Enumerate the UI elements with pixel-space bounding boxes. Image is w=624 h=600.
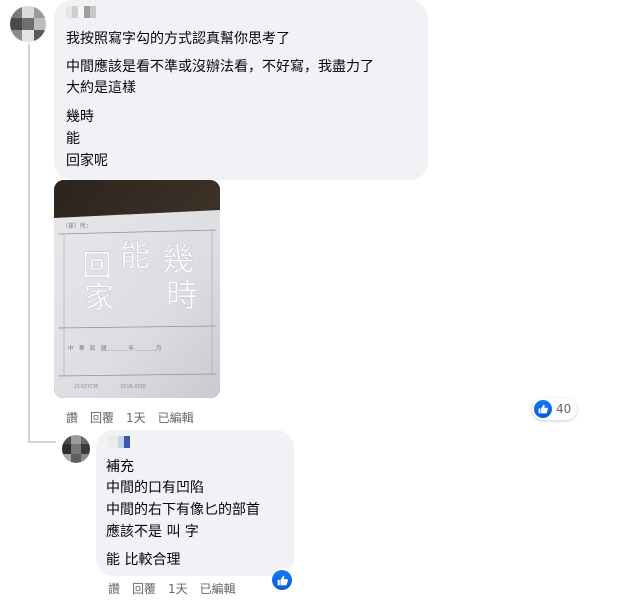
like-icon [534, 400, 552, 418]
comment-line: 能 [66, 131, 80, 147]
comment-line: 我按照寫字勾的方式認真幫你思考了 [66, 31, 290, 47]
handwritten-char: 幾 [162, 240, 194, 278]
thread-line [28, 44, 30, 442]
handwritten-char: 能 [120, 239, 150, 274]
edited-label[interactable]: 已編輯 [158, 409, 194, 426]
comment-actions: 讚回覆 1天 已編輯 [66, 409, 206, 426]
reply-line: 補充 [106, 459, 134, 475]
form-date-line: 中 華 民 國＿＿＿＿年＿＿＿＿月 [68, 344, 162, 352]
form-label: （單）所： [62, 222, 92, 230]
form-footer-left: 21X27CM [74, 384, 98, 390]
comment-line: 幾時 [66, 109, 94, 125]
like-icon[interactable] [272, 570, 292, 590]
timestamp[interactable]: 1天 [168, 580, 188, 597]
edited-label[interactable]: 已編輯 [200, 580, 236, 597]
reply-actions: 讚回覆 1天 已編輯 [108, 580, 248, 597]
form-footer-right: 2016.02印 [120, 383, 146, 390]
comment-line: 回家呢 [66, 153, 108, 169]
reply-line: 應該不是 叫 字 [106, 524, 199, 540]
comment-line: 中間應該是看不準或沒辦法看，不好寫，我盡力了 [66, 59, 374, 75]
like-link[interactable]: 讚 [66, 409, 78, 426]
reply-link[interactable]: 回覆 [90, 409, 114, 426]
comment-bubble: 我按照寫字勾的方式認真幫你思考了 中間應該是看不準或沒辦法看，不好寫，我盡力了 … [54, 0, 428, 180]
handwritten-char: 時 [166, 276, 198, 314]
reply-name[interactable] [108, 436, 130, 448]
reply-line: 能 比較合理 [106, 552, 181, 568]
like-link[interactable]: 讚 [108, 580, 120, 597]
reply-avatar[interactable] [62, 435, 90, 463]
commenter-avatar[interactable] [10, 6, 46, 42]
comment-photo[interactable]: （單）所： 中 華 民 國＿＿＿＿年＿＿＿＿月 21X27CM 2016.02印… [54, 180, 220, 398]
reply-line: 中間的口有凹陷 [106, 480, 204, 496]
timestamp[interactable]: 1天 [126, 409, 146, 426]
commenter-name[interactable] [66, 6, 96, 18]
reply-line: 中間的右下有像匕的部首 [106, 502, 260, 518]
handwritten-char: 家 [84, 281, 114, 316]
reply-bubble: 補充 中間的口有凹陷 中間的右下有像匕的部首 應該不是 叫 字 能 比較合理 [96, 430, 294, 576]
handwriting-photo: （單）所： 中 華 民 國＿＿＿＿年＿＿＿＿月 21X27CM 2016.02印… [54, 180, 220, 398]
reaction-count: 40 [556, 402, 572, 416]
handwritten-char: 回 [82, 249, 112, 284]
reply-link[interactable]: 回覆 [132, 580, 156, 597]
thread-line-branch [28, 441, 56, 443]
comment-line: 大約是這樣 [66, 80, 136, 96]
reaction-badge[interactable]: 40 [532, 398, 578, 420]
